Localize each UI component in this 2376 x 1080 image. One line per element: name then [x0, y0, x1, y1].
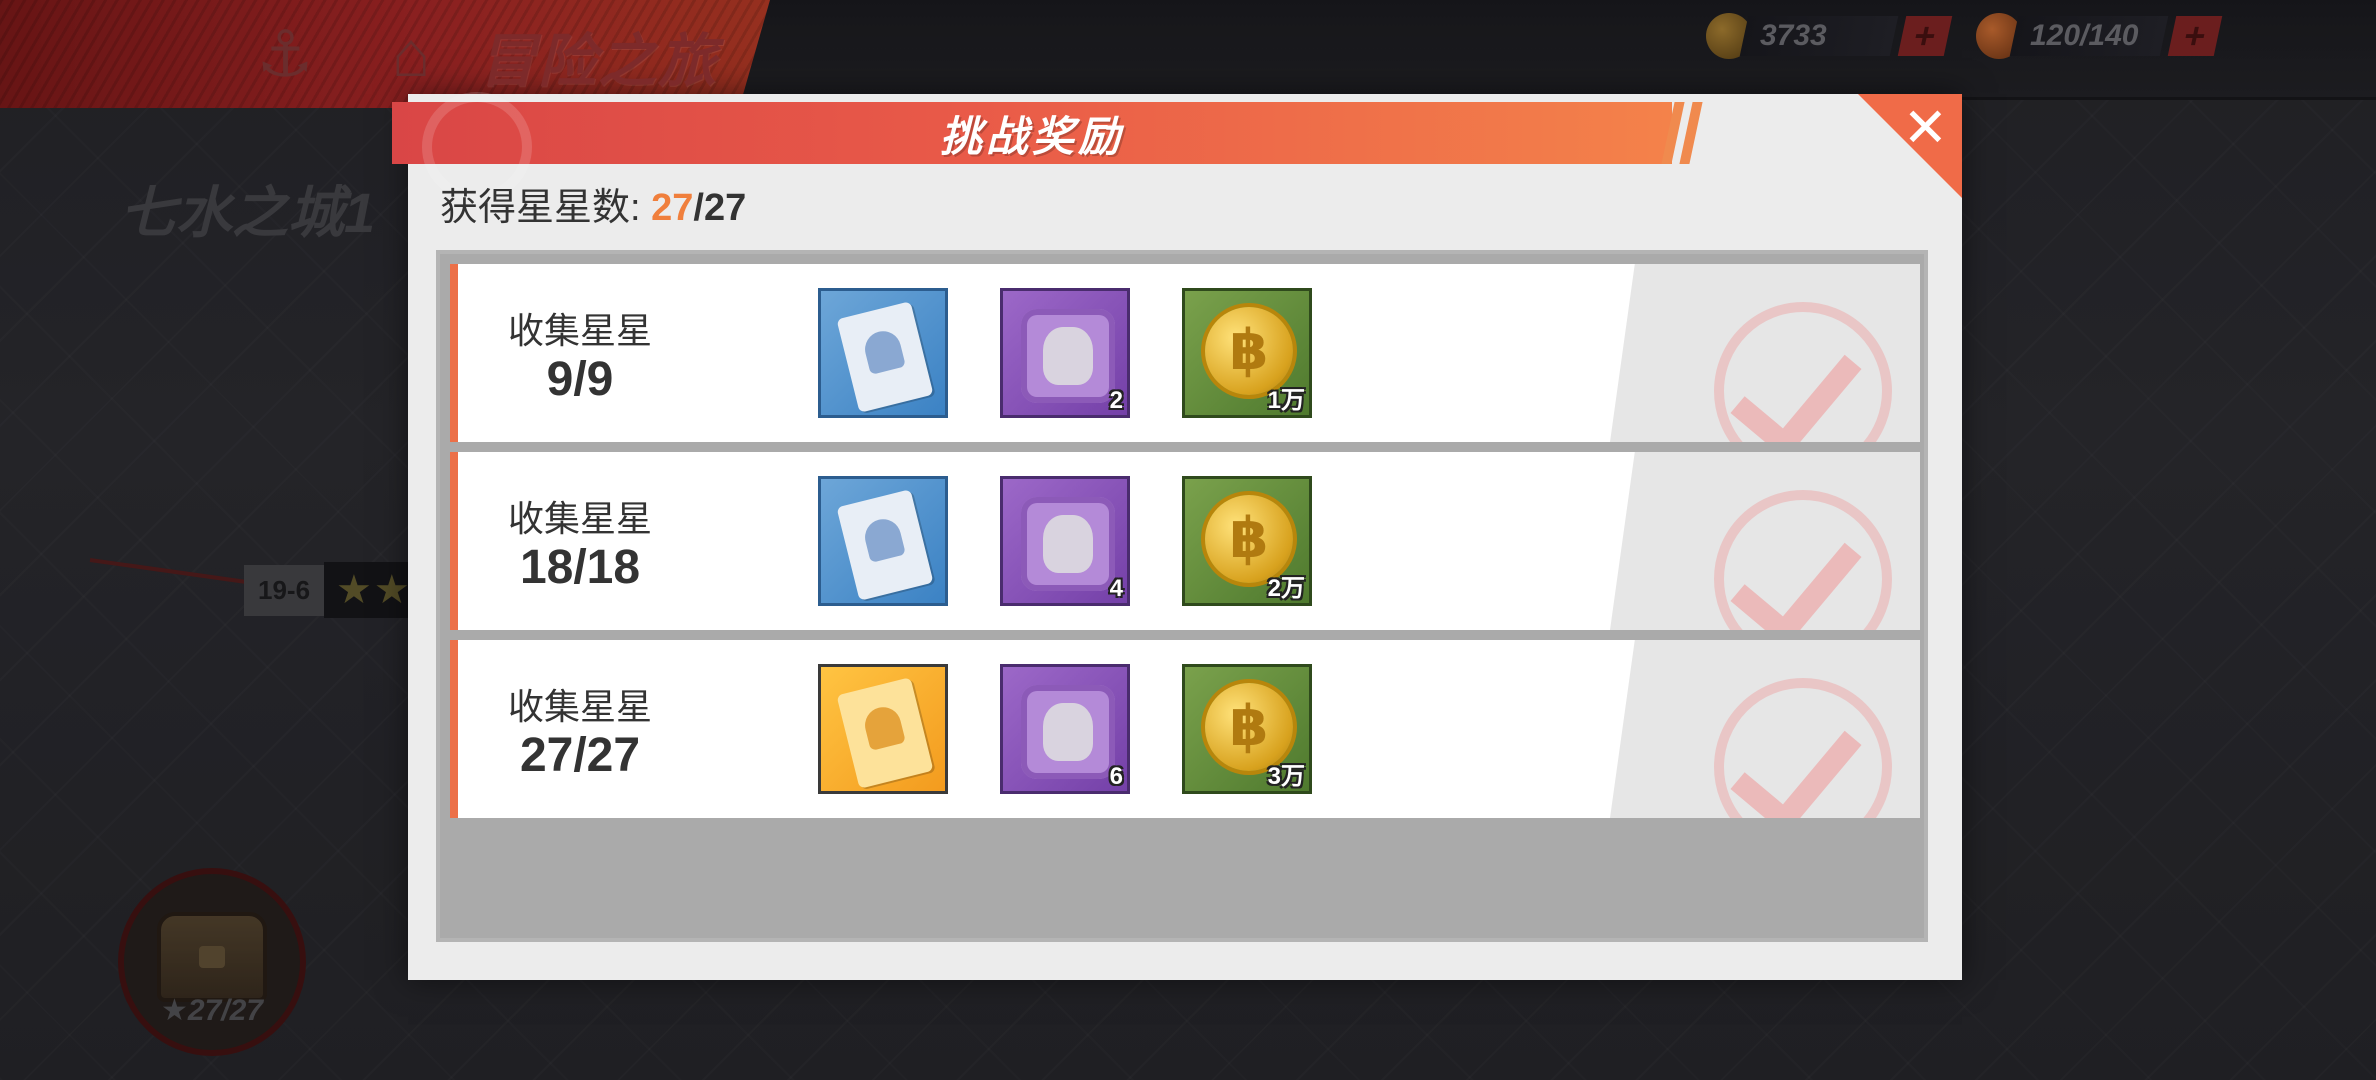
- anchor-back-icon[interactable]: ⚓: [240, 14, 330, 94]
- puzzle-piece-icon: [1021, 685, 1115, 779]
- reward-row-label: 收集星星: [507, 498, 652, 539]
- reward-list: 收集星星 9/9 2 1万 收集星星 18/18: [436, 250, 1928, 942]
- reward-row: 收集星星 9/9 2 1万: [450, 264, 1920, 442]
- coin-item[interactable]: 2万: [1182, 476, 1312, 606]
- add-gold-button[interactable]: +: [1897, 15, 1953, 56]
- stars-total: /27: [693, 187, 747, 229]
- reward-row-label: 收集星星: [507, 686, 652, 727]
- item-quantity: 2万: [1267, 575, 1305, 602]
- item-quantity: 1万: [1267, 387, 1305, 414]
- reward-row-progress: 9/9: [546, 353, 614, 406]
- puzzle-item[interactable]: 6: [1000, 664, 1130, 794]
- gold-value: 3733: [1760, 19, 1827, 52]
- close-button[interactable]: ✕: [1858, 94, 1962, 198]
- stars-got: 27: [651, 187, 694, 229]
- reward-row: 收集星星 18/18 4 2万: [450, 452, 1920, 630]
- close-icon: ✕: [1902, 98, 1948, 158]
- gold-ticket-item[interactable]: [818, 664, 948, 794]
- reward-row-progress: 27/27: [519, 729, 641, 782]
- stamina-value: 120/140: [2030, 19, 2139, 52]
- add-stamina-button[interactable]: +: [2167, 15, 2223, 56]
- reward-row: 收集星星 27/27 6 3万: [450, 640, 1920, 818]
- challenge-reward-dialog: 挑战奖励 ✕ 获得星星数: 27/27 收集星星 9/9 2 1万: [392, 92, 1962, 980]
- stamina-resource: 120/140 +: [1976, 10, 2223, 62]
- item-quantity: 3万: [1267, 763, 1305, 790]
- home-icon[interactable]: ⌂: [366, 14, 456, 94]
- header-stripes: [1661, 102, 1708, 164]
- reward-row-progress: 18/18: [519, 541, 641, 594]
- item-quantity: 2: [1109, 387, 1123, 414]
- coin-item[interactable]: 1万: [1182, 288, 1312, 418]
- puzzle-item[interactable]: 4: [1000, 476, 1130, 606]
- page-title: 冒险之旅: [478, 29, 719, 94]
- puzzle-piece-icon: [1021, 497, 1115, 591]
- stars-count: 获得星星数: 27/27: [440, 176, 746, 231]
- puzzle-piece-icon: [1021, 309, 1115, 403]
- ticket-icon: [836, 677, 934, 789]
- puzzle-item[interactable]: 2: [1000, 288, 1130, 418]
- item-quantity: 4: [1109, 575, 1123, 602]
- blue-ticket-item[interactable]: [818, 288, 948, 418]
- dialog-title: 挑战奖励: [939, 112, 1124, 160]
- blue-ticket-item[interactable]: [818, 476, 948, 606]
- reward-row-label: 收集星星: [507, 310, 652, 351]
- item-quantity: 6: [1109, 763, 1123, 790]
- ticket-icon: [836, 301, 934, 413]
- dialog-header: 挑战奖励: [392, 92, 1703, 202]
- stars-count-label: 获得星星数:: [440, 187, 641, 229]
- gold-resource: 3733 +: [1706, 10, 1953, 62]
- coin-item[interactable]: 3万: [1182, 664, 1312, 794]
- ticket-icon: [836, 489, 934, 601]
